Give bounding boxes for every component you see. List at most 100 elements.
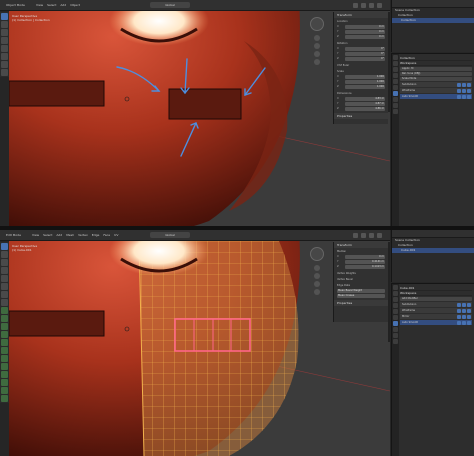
- output-tab-icon[interactable]: [393, 67, 398, 72]
- location-x-field[interactable]: 0 m: [345, 25, 385, 29]
- world-tab-icon[interactable]: [393, 79, 398, 84]
- median-z-row[interactable]: Z 0.1413 m: [337, 265, 385, 269]
- mode-label[interactable]: Object Mode: [6, 3, 25, 7]
- particles-tab-icon[interactable]: [393, 327, 398, 332]
- location-z-row[interactable]: Z 0 m: [337, 35, 385, 39]
- render-icon[interactable]: [467, 88, 471, 93]
- render-tab-icon[interactable]: [393, 61, 398, 66]
- mode-label[interactable]: Edit Mode: [6, 233, 21, 237]
- menu-object[interactable]: Object: [70, 3, 80, 7]
- workspace-section[interactable]: Workspace: [400, 291, 472, 296]
- cursor-tool-icon[interactable]: [1, 251, 8, 258]
- shrink-tool-icon[interactable]: [1, 379, 8, 386]
- render-icon[interactable]: [467, 308, 471, 313]
- n-panel-tabs[interactable]: [388, 12, 390, 112]
- scale-y-field[interactable]: 1.000: [345, 80, 385, 84]
- modifier-field[interactable]: Applic. M: [400, 67, 472, 71]
- workspace-section[interactable]: Workspace: [400, 61, 472, 66]
- menu-view[interactable]: View: [32, 233, 39, 237]
- bevel-tool-icon[interactable]: [1, 323, 8, 330]
- menu-mesh[interactable]: Mesh: [66, 233, 74, 237]
- camera-icon[interactable]: [314, 281, 320, 287]
- location-y-field[interactable]: 0 m: [345, 30, 385, 34]
- edit-mode-icon[interactable]: [457, 320, 461, 325]
- scale-x-row[interactable]: X 1.000: [337, 75, 385, 79]
- dimensions-z-field[interactable]: 4.86 m: [345, 107, 385, 111]
- mean-crease-field[interactable]: Mean Crease: [337, 294, 385, 298]
- ortho-toggle-icon[interactable]: [314, 289, 320, 295]
- material-tab-icon[interactable]: [393, 339, 398, 344]
- menu-face[interactable]: Face: [103, 233, 110, 237]
- menu-uv[interactable]: UV: [114, 233, 118, 237]
- scale-tool-icon[interactable]: [1, 275, 8, 282]
- modifier-row[interactable]: Auto Smooth: [400, 320, 472, 325]
- scale-tool-icon[interactable]: [1, 45, 8, 52]
- mode-selector[interactable]: Edit Mode: [6, 233, 21, 237]
- edge-slide-tool-icon[interactable]: [1, 371, 8, 378]
- rotation-x-row[interactable]: X 0°: [337, 47, 385, 51]
- modifier-row[interactable]: Subdivision: [400, 302, 472, 307]
- menu-vertex[interactable]: Vertex: [78, 233, 88, 237]
- bevel-weight-row[interactable]: Mean Bevel Weight: [337, 289, 385, 293]
- poly-build-tool-icon[interactable]: [1, 347, 8, 354]
- rotation-z-field[interactable]: 0°: [345, 57, 385, 61]
- move-tool-icon[interactable]: [1, 259, 8, 266]
- menu-edge[interactable]: Edge: [92, 233, 100, 237]
- zoom-icon[interactable]: [314, 35, 320, 41]
- render-icon[interactable]: [467, 82, 471, 87]
- physics-tab-icon[interactable]: [393, 333, 398, 338]
- shear-tool-icon[interactable]: [1, 387, 8, 394]
- dimensions-x-row[interactable]: X 4.83 m: [337, 97, 385, 101]
- tool-tab-icon[interactable]: [393, 55, 398, 60]
- pan-icon[interactable]: [314, 43, 320, 49]
- rotation-y-row[interactable]: Y 0°: [337, 52, 385, 56]
- modifier-field[interactable]: Scale Mode: [400, 77, 472, 81]
- navigation-gizmo[interactable]: [310, 17, 324, 31]
- measure-tool-icon[interactable]: [1, 299, 8, 306]
- cursor-tool-icon[interactable]: [1, 21, 8, 28]
- dimensions-y-row[interactable]: Y 4.87 m: [337, 102, 385, 106]
- transform-tool-icon[interactable]: [1, 53, 8, 60]
- physics-tab-icon[interactable]: [393, 103, 398, 108]
- properties-subpanel-header[interactable]: Properties: [334, 300, 388, 306]
- object-tab-icon[interactable]: [393, 315, 398, 320]
- scale-z-row[interactable]: Z 1.000: [337, 85, 385, 89]
- scene-tab-icon[interactable]: [393, 73, 398, 78]
- render-icon[interactable]: [467, 320, 471, 325]
- median-x-field[interactable]: 0 m: [345, 255, 385, 259]
- render-icon[interactable]: [467, 94, 471, 99]
- edit-mode-icon[interactable]: [457, 82, 461, 87]
- n-panel-tabs[interactable]: [388, 242, 390, 342]
- solid-shading-icon[interactable]: [369, 3, 374, 8]
- menu-select[interactable]: Select: [47, 3, 56, 7]
- object-tab-icon[interactable]: [393, 85, 398, 90]
- knife-tool-icon[interactable]: [1, 339, 8, 346]
- viewport-icon[interactable]: [462, 94, 466, 99]
- navigation-gizmo[interactable]: [310, 247, 324, 261]
- rotation-x-field[interactable]: 0°: [345, 47, 385, 51]
- crease-row[interactable]: Mean Crease: [337, 294, 385, 298]
- scale-z-field[interactable]: 1.000: [345, 85, 385, 89]
- edit-mode-icon[interactable]: [457, 94, 461, 99]
- smooth-tool-icon[interactable]: [1, 363, 8, 370]
- add-modifier-button[interactable]: Add Modifier: [400, 297, 472, 301]
- menu-add[interactable]: Add: [56, 233, 62, 237]
- annotate-tool-icon[interactable]: [1, 291, 8, 298]
- render-tab-icon[interactable]: [393, 291, 398, 296]
- modifier-row[interactable]: Subdivision: [400, 82, 472, 87]
- modifier-tab-icon[interactable]: [393, 91, 398, 96]
- rotation-z-row[interactable]: Z 0°: [337, 57, 385, 61]
- rotate-tool-icon[interactable]: [1, 267, 8, 274]
- solid-shading-icon[interactable]: [369, 233, 374, 238]
- rotate-tool-icon[interactable]: [1, 37, 8, 44]
- select-tool-icon[interactable]: [1, 13, 8, 20]
- median-x-row[interactable]: X 0 m: [337, 255, 385, 259]
- material-tab-icon[interactable]: [393, 109, 398, 114]
- modifier-field[interactable]: Rel. tuna (OBJ): [400, 72, 472, 76]
- viewport-icon[interactable]: [462, 308, 466, 313]
- zoom-icon[interactable]: [314, 265, 320, 271]
- rotation-y-field[interactable]: 0°: [345, 52, 385, 56]
- edit-mode-icon[interactable]: [457, 314, 461, 319]
- move-tool-icon[interactable]: [1, 29, 8, 36]
- location-y-row[interactable]: Y 0 m: [337, 30, 385, 34]
